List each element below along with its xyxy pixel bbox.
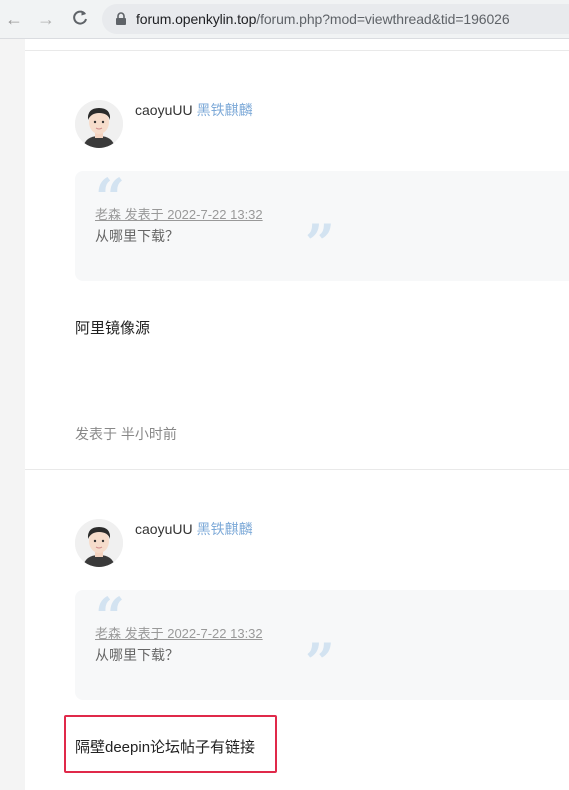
post-time: 发表于 半小时前 [75, 426, 177, 442]
close-quote-icon: ” [305, 633, 335, 694]
username-text[interactable]: caoyuUU [135, 521, 193, 537]
quote-block: “ 老森 发表于 2022-7-22 13:32 从哪里下载？ ” [75, 590, 569, 700]
browser-toolbar: ← → forum.openkylin.top/forum.php?mod=vi… [0, 0, 569, 39]
user-group-badge[interactable]: 黑铁麒麟 [197, 521, 253, 537]
address-bar[interactable]: forum.openkylin.top/forum.php?mod=viewth… [102, 4, 569, 34]
highlight-box [64, 715, 277, 773]
user-group-badge[interactable]: 黑铁麒麟 [197, 102, 253, 118]
avatar[interactable] [75, 100, 123, 148]
url-text: forum.openkylin.top/forum.php?mod=viewth… [136, 11, 510, 27]
username[interactable]: caoyuUU 黑铁麒麟 [135, 519, 253, 539]
reload-icon[interactable] [70, 9, 90, 29]
close-quote-icon: ” [305, 214, 335, 275]
quote-text: 从哪里下载？ [95, 647, 179, 663]
avatar[interactable] [75, 519, 123, 567]
username-text[interactable]: caoyuUU [135, 102, 193, 118]
quote-text: 从哪里下载？ [95, 228, 179, 244]
reply-text: 阿里镜像源 [75, 320, 151, 337]
post-divider [25, 50, 569, 51]
left-gutter [0, 39, 25, 790]
quote-block: “ 老森 发表于 2022-7-22 13:32 从哪里下载？ ” [75, 171, 569, 281]
back-arrow-icon[interactable]: ← [4, 9, 24, 29]
quote-meta-link[interactable]: 老森 发表于 2022-7-22 13:32 [95, 204, 263, 223]
lock-icon [114, 12, 128, 26]
post-divider [25, 469, 569, 470]
username[interactable]: caoyuUU 黑铁麒麟 [135, 100, 253, 120]
quote-meta-link[interactable]: 老森 发表于 2022-7-22 13:32 [95, 623, 263, 642]
url-domain: forum.openkylin.top [136, 11, 257, 27]
forward-arrow-icon[interactable]: → [36, 9, 56, 29]
url-path: /forum.php?mod=viewthread&tid=196026 [256, 11, 510, 27]
